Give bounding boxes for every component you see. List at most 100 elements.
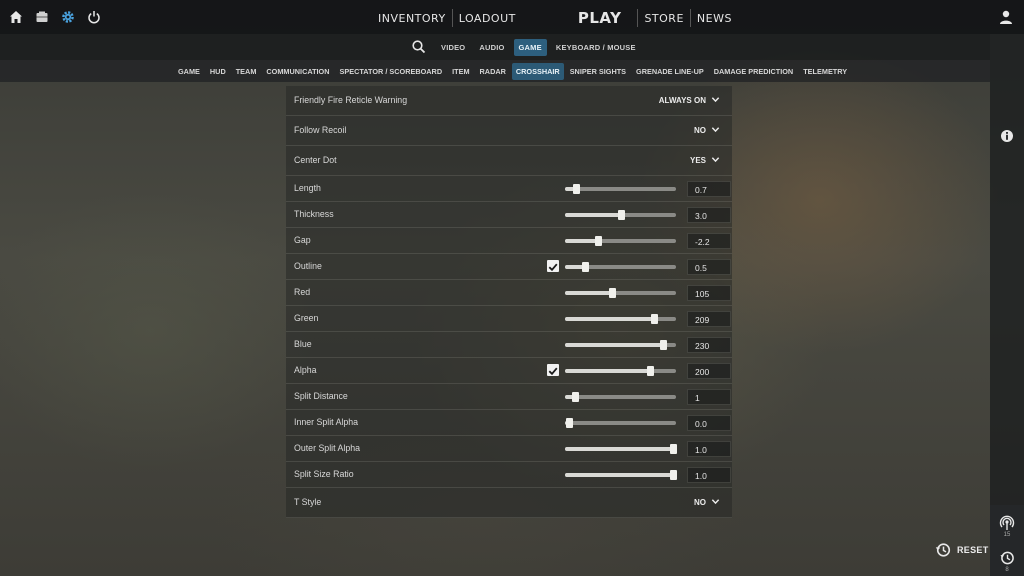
nav-store[interactable]: Store <box>638 12 689 25</box>
nav-news[interactable]: News <box>691 12 738 25</box>
slider-thumb[interactable] <box>659 340 667 350</box>
center-dot-dropdown[interactable]: YES <box>690 155 720 166</box>
crosshair-settings-panel: Friendly Fire Reticle Warning ALWAYS ON Fo… <box>286 86 732 518</box>
category-sniper-sights[interactable]: Sniper Sights <box>566 63 630 80</box>
slider-fill <box>565 291 612 295</box>
slider-thumb[interactable] <box>571 392 579 402</box>
nav-loadout[interactable]: Loadout <box>453 12 522 25</box>
broadcast-icon[interactable] <box>999 515 1015 531</box>
thickness-value-input[interactable]: 3.0 <box>687 207 731 223</box>
category-tabs: Game HUD Team Communication Spectator / Scor… <box>174 63 851 80</box>
history-icon[interactable] <box>999 550 1015 566</box>
green-slider[interactable] <box>565 314 676 324</box>
friendly-fire-reticle-warning-dropdown[interactable]: ALWAYS ON <box>659 95 720 106</box>
tab-audio[interactable]: Audio <box>474 39 509 56</box>
chevron-down-icon <box>711 95 720 106</box>
slider-thumb[interactable] <box>608 288 616 298</box>
setting-label: Inner Split Alpha <box>294 417 359 427</box>
setting-label: Split Distance <box>294 391 348 401</box>
home-icon[interactable] <box>6 8 26 26</box>
setting-row-green: Green 209 <box>286 306 732 332</box>
thickness-slider[interactable] <box>565 210 676 220</box>
inner-split-alpha-slider[interactable] <box>565 418 676 428</box>
dropdown-value: NO <box>694 126 706 135</box>
slider-thumb[interactable] <box>650 314 658 324</box>
length-value-input[interactable]: 0.7 <box>687 181 731 197</box>
alpha-slider[interactable] <box>565 366 676 376</box>
tab-video[interactable]: Video <box>436 39 470 56</box>
setting-row-alpha: Alpha 200 <box>286 358 732 384</box>
slider-thumb[interactable] <box>581 262 589 272</box>
green-value-input[interactable]: 209 <box>687 311 731 327</box>
category-radar[interactable]: Radar <box>476 63 510 80</box>
nav-play[interactable]: Play <box>562 9 638 27</box>
dropdown-value: YES <box>689 156 706 165</box>
setting-row-thickness: Thickness 3.0 <box>286 202 732 228</box>
power-icon[interactable] <box>84 8 104 26</box>
setting-row-inner-split-alpha: Inner Split Alpha 0.0 <box>286 410 732 436</box>
blue-slider[interactable] <box>565 340 676 350</box>
follow-recoil-dropdown[interactable]: NO <box>694 125 720 136</box>
split-distance-value-input[interactable]: 1 <box>687 389 731 405</box>
category-bar: Game HUD Team Communication Spectator / Scor… <box>0 60 990 82</box>
category-communication[interactable]: Communication <box>262 63 333 80</box>
length-slider[interactable] <box>565 184 676 194</box>
tab-keyboard-mouse[interactable]: Keyboard / Mouse <box>551 39 641 56</box>
red-slider[interactable] <box>565 288 676 298</box>
gear-icon[interactable] <box>58 8 78 26</box>
split-size-ratio-slider[interactable] <box>565 470 677 480</box>
outline-checkbox[interactable] <box>547 260 559 272</box>
gap-value-input[interactable]: -2.2 <box>687 233 731 249</box>
nav-inventory[interactable]: Inventory <box>372 12 452 25</box>
category-crosshair[interactable]: Crosshair <box>511 63 564 80</box>
outline-value-input[interactable]: 0.5 <box>687 259 731 275</box>
gap-slider[interactable] <box>565 236 676 246</box>
split-size-ratio-value-input[interactable]: 1.0 <box>687 467 731 483</box>
category-spectator-scoreboard[interactable]: Spectator / Scoreboard <box>336 63 447 80</box>
category-game[interactable]: Game <box>174 63 204 80</box>
outer-split-alpha-slider[interactable] <box>565 444 677 454</box>
category-team[interactable]: Team <box>232 63 261 80</box>
info-icon[interactable] <box>1000 129 1014 143</box>
case-icon[interactable] <box>32 8 52 26</box>
tab-game[interactable]: Game <box>513 38 547 56</box>
outline-slider[interactable] <box>565 262 676 272</box>
setting-row-center-dot: Center Dot YES <box>286 146 732 176</box>
slider-fill <box>565 343 663 347</box>
t-style-dropdown[interactable]: NO <box>694 497 720 508</box>
search-icon[interactable] <box>410 38 428 56</box>
slider-thumb[interactable] <box>595 236 603 246</box>
slider-thumb[interactable] <box>566 418 574 428</box>
red-value-input[interactable]: 105 <box>687 285 731 301</box>
setting-label: Center Dot <box>294 155 337 165</box>
slider-fill <box>565 473 673 477</box>
setting-row-length: Length 0.7 <box>286 176 732 202</box>
top-bar: Inventory Loadout Play Store News <box>0 0 1024 34</box>
slider-thumb[interactable] <box>647 366 655 376</box>
alpha-value-input[interactable]: 200 <box>687 363 731 379</box>
category-item[interactable]: Item <box>448 63 473 80</box>
category-damage-prediction[interactable]: Damage Prediction <box>710 63 797 80</box>
slider-thumb[interactable] <box>617 210 625 220</box>
reset-button[interactable]: RESET <box>935 542 989 558</box>
blue-value-input[interactable]: 230 <box>687 337 731 353</box>
setting-label: Split Size Ratio <box>294 469 354 479</box>
inner-split-alpha-value-input[interactable]: 0.0 <box>687 415 731 431</box>
slider-thumb[interactable] <box>669 470 677 480</box>
setting-label: Outline <box>294 261 322 271</box>
split-distance-slider[interactable] <box>565 392 676 402</box>
slider-thumb[interactable] <box>669 444 677 454</box>
setting-label: Red <box>294 287 311 297</box>
setting-row-red: Red 105 <box>286 280 732 306</box>
outer-split-alpha-value-input[interactable]: 1.0 <box>687 441 731 457</box>
setting-label: Alpha <box>294 365 317 375</box>
settings-tabs: Video Audio Game Keyboard / Mouse <box>410 38 641 56</box>
profile-icon[interactable] <box>998 9 1014 25</box>
category-grenade-line-up[interactable]: Grenade Line-up <box>632 63 708 80</box>
right-sidebar <box>990 34 1024 576</box>
category-telemetry[interactable]: Telemetry <box>799 63 851 80</box>
setting-row-friendly-fire-reticle-warning: Friendly Fire Reticle Warning ALWAYS ON <box>286 86 732 116</box>
slider-thumb[interactable] <box>573 184 581 194</box>
alpha-checkbox[interactable] <box>547 364 559 376</box>
category-hud[interactable]: HUD <box>206 63 230 80</box>
